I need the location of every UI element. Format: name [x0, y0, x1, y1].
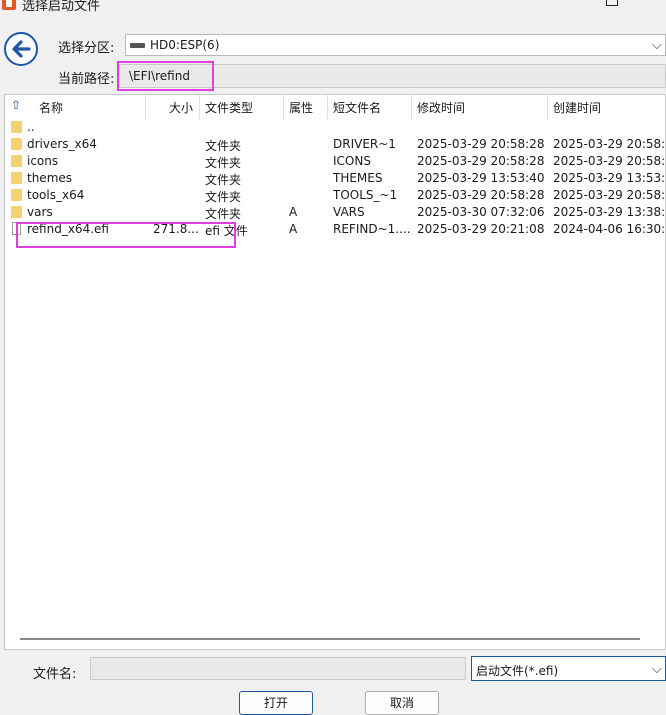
item-shortname: ICONS [333, 154, 371, 168]
item-created: 2025-03-29 13:38:02 [553, 205, 666, 219]
item-shortname: DRIVER~1 [333, 137, 396, 151]
item-attr: A [289, 222, 298, 236]
minimize-button[interactable] [561, 0, 575, 10]
file-highlight-box [16, 222, 236, 248]
column-header-name[interactable]: 名称 [39, 99, 63, 116]
item-created: 2025-03-29 20:58:29 [553, 188, 666, 202]
item-type: 文件夹 [205, 190, 242, 204]
partition-select[interactable]: HD0:ESP(6) ⌵ [125, 34, 666, 56]
folder-icon [11, 121, 22, 133]
list-item[interactable]: vars 文件夹 A VARS 2025-03-30 07:32:06 2025… [5, 204, 666, 221]
item-shortname: VARS [333, 205, 365, 219]
item-name: themes [27, 171, 73, 185]
item-type: 文件夹 [205, 156, 242, 170]
cancel-button[interactable]: 取消 [365, 691, 439, 715]
filetype-select[interactable]: 启动文件(*.efi) ⌵ [471, 656, 666, 681]
item-created: 2025-03-29 20:58:28 [553, 154, 666, 168]
item-modified: 2025-03-29 20:21:08 [417, 222, 545, 236]
list-item[interactable]: icons 文件夹 ICONS 2025-03-29 20:58:28 2025… [5, 153, 666, 170]
folder-icon [11, 155, 22, 167]
item-type: 文件夹 [205, 207, 242, 221]
sort-up-icon[interactable]: ⇧ [11, 98, 21, 112]
item-created: 2025-03-29 13:53:47 [553, 171, 666, 185]
folder-icon [11, 172, 22, 184]
partition-value: HD0:ESP(6) [150, 38, 220, 52]
column-divider[interactable] [327, 95, 328, 119]
item-name: icons [27, 154, 59, 168]
column-header-shortname[interactable]: 短文件名 [333, 99, 381, 116]
item-created: 2024-04-06 16:30:02 [553, 222, 666, 236]
item-shortname: REFIND~1.... [333, 222, 411, 236]
item-modified: 2025-03-29 13:53:40 [417, 171, 545, 185]
horizontal-scrollbar[interactable] [20, 638, 640, 640]
chevron-down-icon: ⌵ [652, 38, 662, 53]
filename-input[interactable] [90, 657, 466, 680]
list-item[interactable]: themes 文件夹 THEMES 2025-03-29 13:53:40 20… [5, 170, 666, 187]
item-name: tools_x64 [27, 188, 85, 202]
list-header: ⇧ 名称 大小 文件类型 属性 短文件名 修改时间 创建时间 [5, 95, 665, 119]
column-header-modified[interactable]: 修改时间 [417, 99, 465, 116]
column-header-size[interactable]: 大小 [169, 99, 193, 116]
list-item[interactable]: drivers_x64 文件夹 DRIVER~1 2025-03-29 20:5… [5, 136, 666, 153]
item-name: .. [27, 120, 35, 134]
column-header-type[interactable]: 文件类型 [205, 99, 253, 116]
item-type: 文件夹 [205, 139, 242, 153]
folder-icon [11, 206, 22, 218]
filename-label: 文件名: [33, 667, 77, 682]
column-divider[interactable] [283, 95, 284, 119]
app-icon [2, 0, 16, 10]
open-button[interactable]: 打开 [239, 691, 313, 715]
item-created: 2025-03-29 20:58:28 [553, 137, 666, 151]
filetype-value: 启动文件(*.efi) [476, 664, 559, 678]
item-modified: 2025-03-30 07:32:06 [417, 205, 545, 219]
list-item[interactable]: .. [5, 119, 665, 136]
drive-icon [130, 43, 145, 48]
item-modified: 2025-03-29 20:58:28 [417, 137, 545, 151]
column-divider[interactable] [145, 95, 146, 119]
item-name: drivers_x64 [27, 137, 97, 151]
folder-icon [11, 138, 22, 150]
partition-label: 选择分区: [58, 41, 115, 56]
item-shortname: THEMES [333, 171, 383, 185]
column-divider[interactable] [547, 95, 548, 119]
arrow-left-icon [12, 40, 31, 58]
path-highlight-box [117, 61, 214, 91]
item-modified: 2025-03-29 20:58:28 [417, 188, 545, 202]
item-modified: 2025-03-29 20:58:28 [417, 154, 545, 168]
column-divider[interactable] [199, 95, 200, 119]
window-title: 选择启动文件 [22, 0, 101, 14]
file-list[interactable]: ⇧ 名称 大小 文件类型 属性 短文件名 修改时间 创建时间 .. driver… [4, 94, 666, 650]
folder-icon [11, 189, 22, 201]
column-divider[interactable] [411, 95, 412, 119]
list-item[interactable]: tools_x64 文件夹 TOOLS_~1 2025-03-29 20:58:… [5, 187, 666, 204]
item-name: vars [27, 205, 53, 219]
back-button[interactable] [4, 32, 38, 66]
column-header-created[interactable]: 创建时间 [553, 99, 601, 116]
item-type: 文件夹 [205, 173, 242, 187]
chevron-down-icon: ⌵ [652, 662, 662, 677]
item-attr: A [289, 205, 298, 219]
column-header-attr[interactable]: 属性 [289, 99, 313, 116]
path-label: 当前路径: [58, 72, 115, 87]
item-shortname: TOOLS_~1 [333, 188, 398, 202]
maximize-button[interactable] [606, 0, 618, 6]
